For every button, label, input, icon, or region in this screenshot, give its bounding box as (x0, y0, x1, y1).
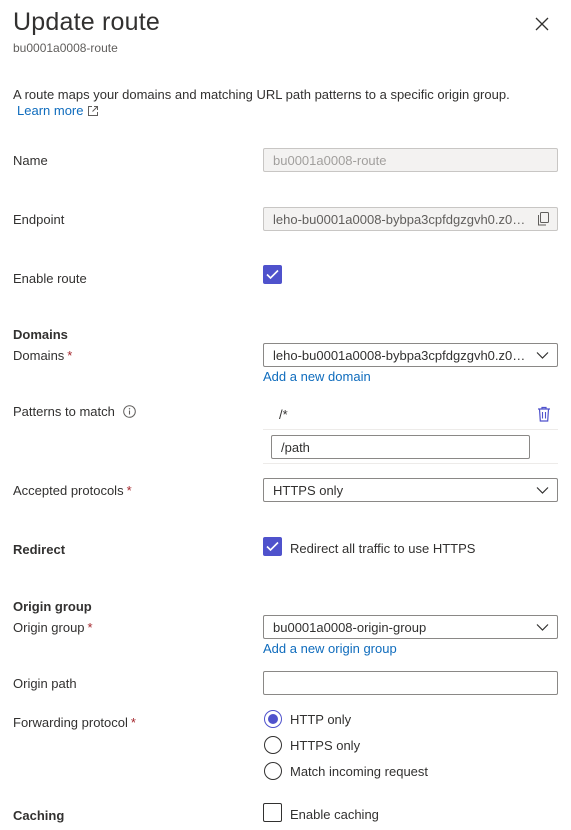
learn-more-text: Learn more (17, 103, 84, 118)
add-domain-link[interactable]: Add a new domain (263, 369, 371, 384)
checkmark-icon (266, 269, 279, 280)
radio-match-incoming-label: Match incoming request (290, 764, 429, 779)
checkmark-icon (266, 541, 279, 552)
radio-https-only-label: HTTPS only (290, 738, 361, 753)
enable-caching-label: Enable caching (290, 807, 379, 822)
redirect-https-label: Redirect all traffic to use HTTPS (290, 541, 476, 556)
add-origin-group-link[interactable]: Add a new origin group (263, 641, 397, 656)
endpoint-field[interactable]: leho-bu0001a0008-bybpa3cpfdgzgvh0.z01.az… (263, 207, 558, 231)
endpoint-label: Endpoint (13, 212, 65, 227)
chevron-down-icon (536, 624, 549, 631)
radio-https-only[interactable] (264, 736, 282, 754)
origin-group-section-heading: Origin group (13, 599, 92, 614)
learn-more-link[interactable]: Learn more (17, 103, 99, 118)
enable-caching-checkbox[interactable] (263, 803, 282, 822)
name-value: bu0001a0008-route (273, 152, 387, 168)
origin-path-input[interactable] (263, 671, 558, 695)
domains-dropdown[interactable]: leho-bu0001a0008-bybpa3cpfdgzgvh0.z01.az… (263, 343, 558, 367)
enable-route-checkbox[interactable] (263, 265, 282, 284)
close-button[interactable] (532, 14, 552, 34)
forwarding-protocol-label: Forwarding protocol * (13, 715, 136, 730)
redirect-section-heading: Redirect (13, 542, 66, 557)
radio-http-only-label: HTTP only (290, 712, 352, 727)
radio-http-only[interactable] (264, 710, 282, 728)
name-label: Name (13, 153, 48, 168)
panel-title: Update route (13, 8, 160, 36)
enable-route-label: Enable route (13, 271, 87, 286)
domains-value: leho-bu0001a0008-bybpa3cpfdgzgvh0.z01.az… (273, 347, 527, 363)
domains-section-heading: Domains (13, 327, 68, 342)
pattern-value: /* (279, 407, 288, 422)
origin-group-value: bu0001a0008-origin-group (273, 619, 427, 635)
copy-icon[interactable] (537, 212, 550, 226)
caching-section-heading: Caching (13, 808, 65, 823)
close-icon (535, 17, 549, 31)
description: A route maps your domains and matching U… (13, 87, 510, 102)
external-link-icon (88, 105, 99, 116)
patterns-label: Patterns to match (13, 404, 136, 419)
chevron-down-icon (536, 487, 549, 494)
origin-group-dropdown[interactable]: bu0001a0008-origin-group (263, 615, 558, 639)
info-icon[interactable] (123, 405, 136, 418)
path-value: /path (281, 439, 310, 455)
divider (263, 463, 558, 464)
accepted-protocols-dropdown[interactable]: HTTPS only (263, 478, 558, 502)
trash-icon (538, 406, 550, 422)
accepted-protocols-label: Accepted protocols * (13, 483, 132, 498)
redirect-https-checkbox[interactable] (263, 537, 282, 556)
accepted-protocols-value: HTTPS only (273, 482, 344, 498)
radio-selected-dot (268, 714, 278, 724)
endpoint-value: leho-bu0001a0008-bybpa3cpfdgzgvh0.z01.az… (273, 211, 529, 227)
delete-pattern-button[interactable] (537, 406, 551, 422)
chevron-down-icon (536, 352, 549, 359)
name-field[interactable]: bu0001a0008-route (263, 148, 558, 172)
origin-path-label: Origin path (13, 676, 77, 691)
domains-label: Domains * (13, 348, 73, 363)
panel-subtitle: bu0001a0008-route (13, 41, 118, 55)
pattern-row (263, 400, 558, 430)
path-input[interactable]: /path (271, 435, 530, 459)
origin-group-label: Origin group * (13, 620, 93, 635)
radio-match-incoming[interactable] (264, 762, 282, 780)
